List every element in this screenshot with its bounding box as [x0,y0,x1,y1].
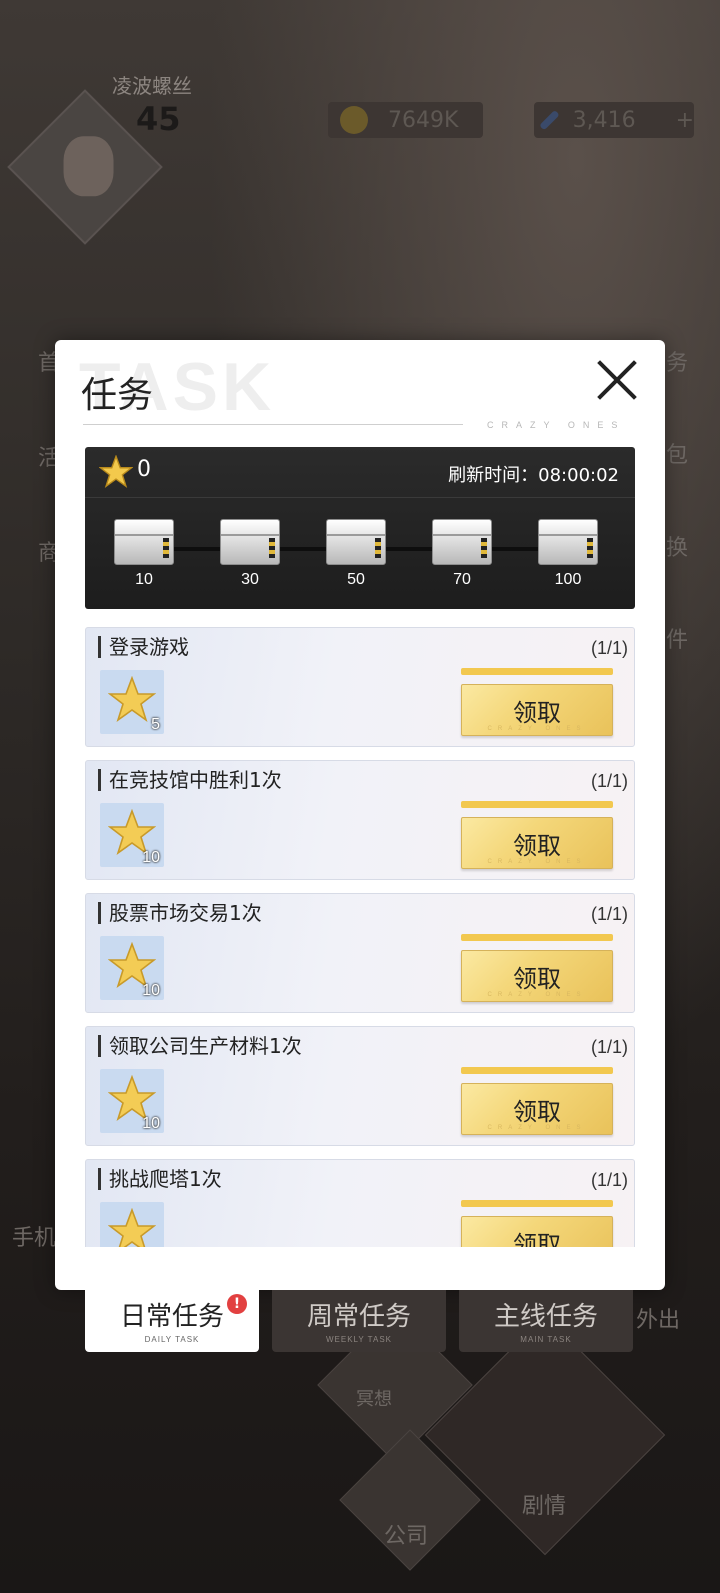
gold-amount: 7649K [388,107,459,133]
tab-daily-task[interactable]: 日常任务 DAILY TASK ! [85,1290,259,1352]
reward-item[interactable]: 10 [100,936,164,1000]
task-progress-bar [461,1067,613,1074]
gem-icon [539,109,560,131]
star-icon [108,1208,156,1247]
star-icon [108,676,156,723]
claim-button[interactable]: 领取 CRAZY ONES [461,1216,613,1247]
reward-item[interactable]: 10 [100,803,164,867]
bottom-label-phone[interactable]: 手机 [12,1220,56,1252]
gold-currency: 7649K [328,102,483,138]
milestone-chest[interactable]: 30 [218,519,282,603]
star-icon [99,455,133,488]
task-progress-bar [461,1200,613,1207]
refresh-timer: 刷新时间：08:00:02 [448,465,619,486]
chest-icon [538,519,598,565]
modal-subtitle: CRAZY ONES [487,420,626,430]
tab-main-task[interactable]: 主线任务 MAIN TASK [459,1290,633,1352]
gem-currency: 3,416 + [534,102,694,138]
reward-quantity: 10 [142,849,160,866]
claim-button[interactable]: 领取 CRAZY ONES [461,684,613,736]
task-item: 领取公司生产材料1次 (1/1) 10 领取 CRAZY ONES [85,1026,635,1146]
claim-button[interactable]: 领取 CRAZY ONES [461,817,613,869]
task-progress: (1/1) [590,1037,628,1057]
task-item: 挑战爬塔1次 (1/1) 10 领取 CRAZY ONES [85,1159,635,1247]
task-item: 在竞技馆中胜利1次 (1/1) 10 领取 CRAZY ONES [85,760,635,880]
milestone-chest[interactable]: 10 [112,519,176,603]
side-label-right-2[interactable]: 换 [666,530,688,562]
activity-points: 0 [137,457,151,482]
reward-item[interactable]: 5 [100,670,164,734]
task-progress-bar [461,801,613,808]
alert-badge: ! [227,1294,247,1314]
chest-icon [326,519,386,565]
claim-button[interactable]: 领取 CRAZY ONES [461,1083,613,1135]
task-name: 在竞技馆中胜利1次 [98,769,282,791]
tab-weekly-task[interactable]: 周常任务 WEEKLY TASK [272,1290,446,1352]
task-name: 挑战爬塔1次 [98,1168,222,1190]
task-progress: (1/1) [590,904,628,924]
chest-icon [432,519,492,565]
milestone-chest[interactable]: 100 [536,519,600,603]
side-label-right-1[interactable]: 包 [666,437,688,469]
task-modal: TASK 任务 CRAZY ONES 0 刷新时间：08:00:02 10 30… [55,340,665,1290]
gold-coin-icon [340,106,368,134]
player-level: 45 [136,100,181,138]
task-progress: (1/1) [590,771,628,791]
task-name: 登录游戏 [98,636,189,658]
add-gem-icon[interactable]: + [676,108,694,133]
player-name: 凌波螺丝 [112,74,192,98]
bottom-label-meditate[interactable]: 冥想 [356,1385,392,1411]
reward-quantity: 10 [142,982,160,999]
milestone-chest[interactable]: 50 [324,519,388,603]
chest-icon [220,519,280,565]
bottom-label-outing[interactable]: 外出 [636,1302,680,1334]
reward-quantity: 5 [151,716,160,733]
activity-progress-panel: 0 刷新时间：08:00:02 10 30 50 70 100 [85,447,635,609]
modal-title: 任务 [81,375,154,416]
task-progress: (1/1) [590,1170,628,1190]
task-item: 登录游戏 (1/1) 5 领取 CRAZY ONES [85,627,635,747]
task-name: 领取公司生产材料1次 [98,1035,302,1057]
task-name: 股票市场交易1次 [98,902,262,924]
claim-button[interactable]: 领取 CRAZY ONES [461,950,613,1002]
side-label-right-0[interactable]: 务 [666,345,688,377]
chest-icon [114,519,174,565]
task-progress-bar [461,668,613,675]
gem-amount: 3,416 [572,107,636,133]
bottom-label-story[interactable]: 剧情 [522,1488,566,1520]
reward-quantity: 10 [142,1115,160,1132]
task-progress: (1/1) [590,638,628,658]
side-label-right-3[interactable]: 件 [666,622,688,654]
task-item: 股票市场交易1次 (1/1) 10 领取 CRAZY ONES [85,893,635,1013]
milestone-chest[interactable]: 70 [430,519,494,603]
task-progress-bar [461,934,613,941]
bottom-label-company[interactable]: 公司 [384,1518,428,1550]
task-list[interactable]: 登录游戏 (1/1) 5 领取 CRAZY ONES 在竞技馆中胜利1次 (1/… [85,627,635,1247]
close-icon[interactable] [595,358,639,402]
reward-item[interactable]: 10 [100,1202,164,1247]
reward-item[interactable]: 10 [100,1069,164,1133]
title-divider [83,424,463,425]
